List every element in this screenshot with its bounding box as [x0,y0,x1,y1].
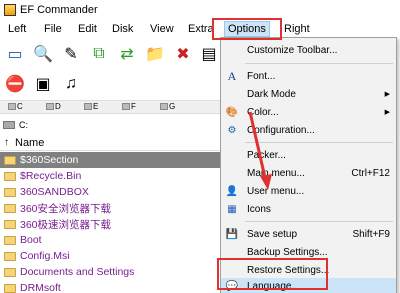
save-icon: 💾 [225,228,239,240]
folder-icon [4,267,16,277]
menu-extras[interactable]: Extra [188,23,214,35]
menu-disk[interactable]: Disk [112,23,133,35]
options-menu: Customize Toolbar... A Font... Dark Mode… [220,37,397,293]
drive-icon [46,103,54,110]
list-item[interactable]: DRMsoft [0,280,220,293]
folder-icon [4,283,16,293]
new-folder-icon[interactable]: 📁 [144,43,166,65]
menu-item-icons[interactable]: ▦ Icons [221,199,396,219]
menu-item-packer[interactable]: Packer... [221,145,396,165]
menu-separator [245,63,393,64]
toolbar-row-2: ⛔ ▣ ♫ [0,70,220,98]
drive-icon [160,103,168,110]
menu-view[interactable]: View [150,23,174,35]
submenu-arrow-icon: ▶ [384,109,390,116]
menu-item-color[interactable]: 🎨 Color... ▶ [221,102,396,122]
path-bar[interactable]: C: [0,118,220,132]
music-icon[interactable]: ♫ [60,73,82,95]
drive-button[interactable]: E [84,102,98,111]
list-item[interactable]: $Recycle.Bin [0,168,220,184]
no-entry-icon[interactable]: ⛔ [4,73,26,95]
folder-icon [4,187,16,197]
list-item[interactable]: $360Section [0,152,220,168]
drive-button[interactable]: D [46,102,61,111]
move-icon[interactable]: ⇄ [116,43,138,65]
title-bar: EF Commander [0,0,400,20]
menu-edit[interactable]: Edit [78,23,97,35]
list-item[interactable]: Documents and Settings [0,264,220,280]
menu-file[interactable]: File [44,23,62,35]
image-viewer-icon[interactable]: ▣ [32,73,54,95]
folder-icon [4,219,16,229]
font-icon: A [227,68,237,83]
sort-up-icon: ↑ [4,137,9,148]
folder-icon [4,235,16,245]
menu-item-save-setup[interactable]: 💾 Save setup Shift+F9 [221,224,396,244]
highlight-language-box [217,258,328,290]
submenu-arrow-icon: ▶ [384,91,390,98]
toolbar-row-1: ▭ 🔍 ✎ ⧉ ⇄ 📁 ✖ ▤ [0,40,220,68]
folder-icon [4,203,16,213]
icons-icon: ▦ [227,203,237,215]
search-icon[interactable]: 🔍 [32,43,54,65]
list-item[interactable]: 360SANDBOX [0,184,220,200]
menu-separator [245,221,393,222]
menu-left[interactable]: Left [8,23,26,35]
folder-icon [4,155,16,165]
properties-icon[interactable]: ▤ [198,43,220,65]
drive-icon [8,103,16,110]
drive-icon [3,121,15,129]
list-item[interactable]: 360极速浏览器下载 [0,216,220,232]
menu-separator [245,142,393,143]
menu-item-dark-mode[interactable]: Dark Mode ▶ [221,84,396,104]
drive-button[interactable]: G [160,102,175,111]
menu-item-font[interactable]: A Font... [221,66,396,86]
menu-item-main-menu[interactable]: Main menu... Ctrl+F12 [221,163,396,183]
app-icon [4,4,16,16]
copy-icon[interactable]: ⧉ [88,43,110,65]
menu-right[interactable]: Right [284,23,310,35]
folder-icon [4,171,16,181]
drive-button[interactable]: C [8,102,23,111]
folder-icon [4,251,16,261]
drive-icon [84,103,92,110]
highlight-options-box [212,18,282,40]
column-name: Name [15,136,45,149]
color-palette-icon: 🎨 [225,106,239,118]
list-item[interactable]: Boot [0,232,220,248]
delete-icon[interactable]: ✖ [172,43,194,65]
drive-icon [122,103,130,110]
drive-icon[interactable]: ▭ [4,43,26,65]
drive-bar: C D E F G [0,100,220,114]
window-title: EF Commander [20,4,98,16]
drive-button[interactable]: F [122,102,136,111]
gear-icon: ⚙ [227,124,237,136]
user-icon: 👤 [225,185,239,197]
edit-icon[interactable]: ✎ [60,43,82,65]
menu-item-user-menu[interactable]: 👤 User menu... [221,181,396,201]
current-path: C: [19,120,28,130]
menu-item-customize-toolbar[interactable]: Customize Toolbar... [221,40,396,60]
file-list-header[interactable]: ↑ Name [0,135,220,151]
menu-item-configuration[interactable]: ⚙ Configuration... [221,120,396,140]
file-list: $360Section $Recycle.Bin 360SANDBOX 360安… [0,152,220,293]
list-item[interactable]: 360安全浏览器下载 [0,200,220,216]
list-item[interactable]: Config.Msi [0,248,220,264]
